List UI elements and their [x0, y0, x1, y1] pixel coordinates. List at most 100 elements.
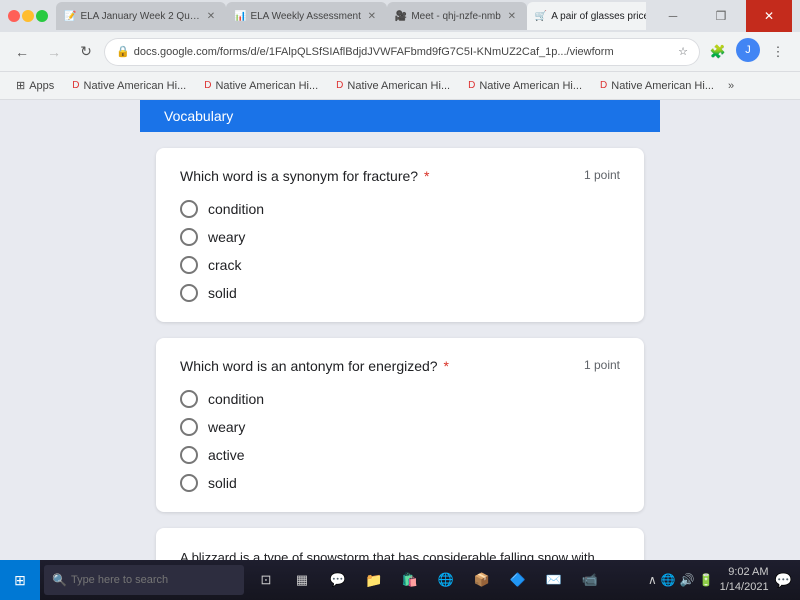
taskbar-search-input[interactable]: [71, 574, 221, 586]
radio-q1d[interactable]: [180, 284, 198, 302]
apps-grid-icon: ⊞: [16, 79, 25, 92]
question-2-option-c[interactable]: active: [180, 446, 620, 464]
window-minimize-btn[interactable]: ─: [650, 0, 696, 32]
taskbar-search[interactable]: 🔍: [44, 565, 244, 595]
tab-2[interactable]: 📊 ELA Weekly Assessment ✕: [226, 2, 387, 30]
question-2-header: Which word is an antonym for energized? …: [180, 358, 620, 374]
taskbar: ⊞ 🔍 ⊡ ▦ 💬 📁 🛍️ 🌐 📦 🔷 ✉️ 📹 ∧ 🌐 �: [0, 560, 800, 600]
bookmark-2[interactable]: D Native American Hi...: [196, 78, 326, 94]
taskbar-gmail[interactable]: ✉️: [536, 562, 572, 598]
star-icon[interactable]: ☆: [678, 45, 688, 58]
question-1-required: *: [420, 168, 429, 184]
window-close-btn[interactable]: ✕: [746, 0, 792, 32]
bookmark-4[interactable]: D Native American Hi...: [460, 78, 590, 94]
q2a-label: condition: [208, 391, 264, 407]
minimize-button[interactable]: [22, 10, 34, 22]
tabs-bar: 📝 ELA January Week 2 Quiz... ✕ 📊 ELA Wee…: [56, 2, 646, 30]
question-1-points: 1 point: [584, 168, 620, 182]
page-content[interactable]: Vocabulary Which word is a synonym for f…: [0, 100, 800, 560]
start-button[interactable]: ⊞: [0, 560, 40, 600]
question-1-option-a[interactable]: condition: [180, 200, 620, 218]
bookmarks-bar: ⊞ Apps D Native American Hi... D Native …: [0, 72, 800, 100]
meet-icon: 📹: [582, 572, 598, 588]
q2c-label: active: [208, 447, 245, 463]
question-2-option-a[interactable]: condition: [180, 390, 620, 408]
forward-button[interactable]: →: [40, 38, 68, 66]
bookmark-1[interactable]: D Native American Hi...: [64, 78, 194, 94]
tab-3-favicon: 🎥: [395, 11, 407, 22]
tab-3[interactable]: 🎥 Meet - qhj-nzfe-nmb ✕: [387, 2, 527, 30]
question-1-header: Which word is a synonym for fracture? * …: [180, 168, 620, 184]
taskbar-meet[interactable]: 📹: [572, 562, 608, 598]
radio-q1a[interactable]: [180, 200, 198, 218]
bookmark-3[interactable]: D Native American Hi...: [328, 78, 458, 94]
edge-icon: 🌐: [438, 572, 454, 588]
tab-3-title: Meet - qhj-nzfe-nmb: [411, 11, 500, 22]
extensions-button[interactable]: 🧩: [704, 38, 732, 66]
question-2-text: Which word is an antonym for energized? …: [180, 358, 568, 374]
tab-2-title: ELA Weekly Assessment: [250, 11, 360, 22]
taskbar-dropbox[interactable]: 📦: [464, 562, 500, 598]
clock-date: 1/14/2021: [720, 580, 769, 595]
taskbar-edge[interactable]: 🌐: [428, 562, 464, 598]
taskbar-store[interactable]: 🛍️: [392, 562, 428, 598]
lock-icon: 🔒: [116, 45, 130, 58]
taskbar-chat[interactable]: 💬: [320, 562, 356, 598]
tab-4[interactable]: 🛒 A pair of glasses priced... ✕: [527, 2, 646, 30]
bookmark-2-favicon: D: [204, 80, 211, 91]
bookmark-5[interactable]: D Native American Hi...: [592, 78, 722, 94]
question-2-option-d[interactable]: solid: [180, 474, 620, 492]
taskbar-widgets[interactable]: ▦: [284, 562, 320, 598]
taskbar-tray: ∧ 🌐 🔊 🔋 9:02 AM 1/14/2021 💬: [648, 565, 800, 596]
radio-q2c[interactable]: [180, 446, 198, 464]
toolbar-right: 🧩 J ⋮: [704, 38, 792, 66]
task-view-button[interactable]: ⊡: [248, 562, 284, 598]
radio-q1c[interactable]: [180, 256, 198, 274]
bookmark-1-label: Native American Hi...: [84, 80, 187, 92]
maximize-button[interactable]: [36, 10, 48, 22]
question-1-option-b[interactable]: weary: [180, 228, 620, 246]
title-bar: 📝 ELA January Week 2 Quiz... ✕ 📊 ELA Wee…: [0, 0, 800, 32]
q1c-label: crack: [208, 257, 241, 273]
tray-battery-icon[interactable]: 🔋: [699, 573, 714, 587]
address-text: docs.google.com/forms/d/e/1FAlpQLSfSIAfl…: [134, 46, 614, 58]
bookmark-5-label: Native American Hi...: [611, 80, 714, 92]
radio-q2d[interactable]: [180, 474, 198, 492]
notification-icon[interactable]: 💬: [775, 572, 792, 589]
address-bar[interactable]: 🔒 docs.google.com/forms/d/e/1FAlpQLSfSIA…: [104, 38, 700, 66]
bookmark-3-favicon: D: [336, 80, 343, 91]
dropbox-icon: 📦: [474, 572, 490, 588]
tab-1-close[interactable]: ✕: [204, 11, 218, 22]
radio-q1b[interactable]: [180, 228, 198, 246]
apps-button[interactable]: ⊞ Apps: [8, 77, 62, 94]
explorer-icon: 📁: [365, 572, 382, 589]
tray-up-arrow[interactable]: ∧: [648, 573, 657, 587]
radio-q2a[interactable]: [180, 390, 198, 408]
bookmark-5-favicon: D: [600, 80, 607, 91]
window-restore-btn[interactable]: ❒: [698, 0, 744, 32]
tab-1[interactable]: 📝 ELA January Week 2 Quiz... ✕: [56, 2, 226, 30]
question-1-option-c[interactable]: crack: [180, 256, 620, 274]
taskbar-explorer[interactable]: 📁: [356, 562, 392, 598]
clock-time: 9:02 AM: [720, 565, 769, 580]
taskbar-clock[interactable]: 9:02 AM 1/14/2021: [720, 565, 769, 596]
tab-2-favicon: 📊: [234, 11, 246, 22]
refresh-button[interactable]: ↻: [72, 38, 100, 66]
back-button[interactable]: ←: [8, 38, 36, 66]
radio-q2b[interactable]: [180, 418, 198, 436]
menu-button[interactable]: ⋮: [764, 38, 792, 66]
question-1-option-d[interactable]: solid: [180, 284, 620, 302]
ms-edge2-icon: 🔷: [510, 572, 526, 588]
close-button[interactable]: [8, 10, 20, 22]
more-bookmarks-button[interactable]: »: [724, 80, 738, 92]
tab-2-close[interactable]: ✕: [365, 11, 379, 22]
windows-icon: ⊞: [14, 572, 26, 589]
question-2-option-b[interactable]: weary: [180, 418, 620, 436]
profile-button[interactable]: J: [736, 38, 760, 62]
tab-3-close[interactable]: ✕: [505, 11, 519, 22]
tray-network-icon[interactable]: 🌐: [661, 573, 676, 587]
bookmark-1-favicon: D: [72, 80, 79, 91]
tray-volume-icon[interactable]: 🔊: [680, 573, 695, 587]
question-2-points: 1 point: [584, 358, 620, 372]
taskbar-ms-edge2[interactable]: 🔷: [500, 562, 536, 598]
